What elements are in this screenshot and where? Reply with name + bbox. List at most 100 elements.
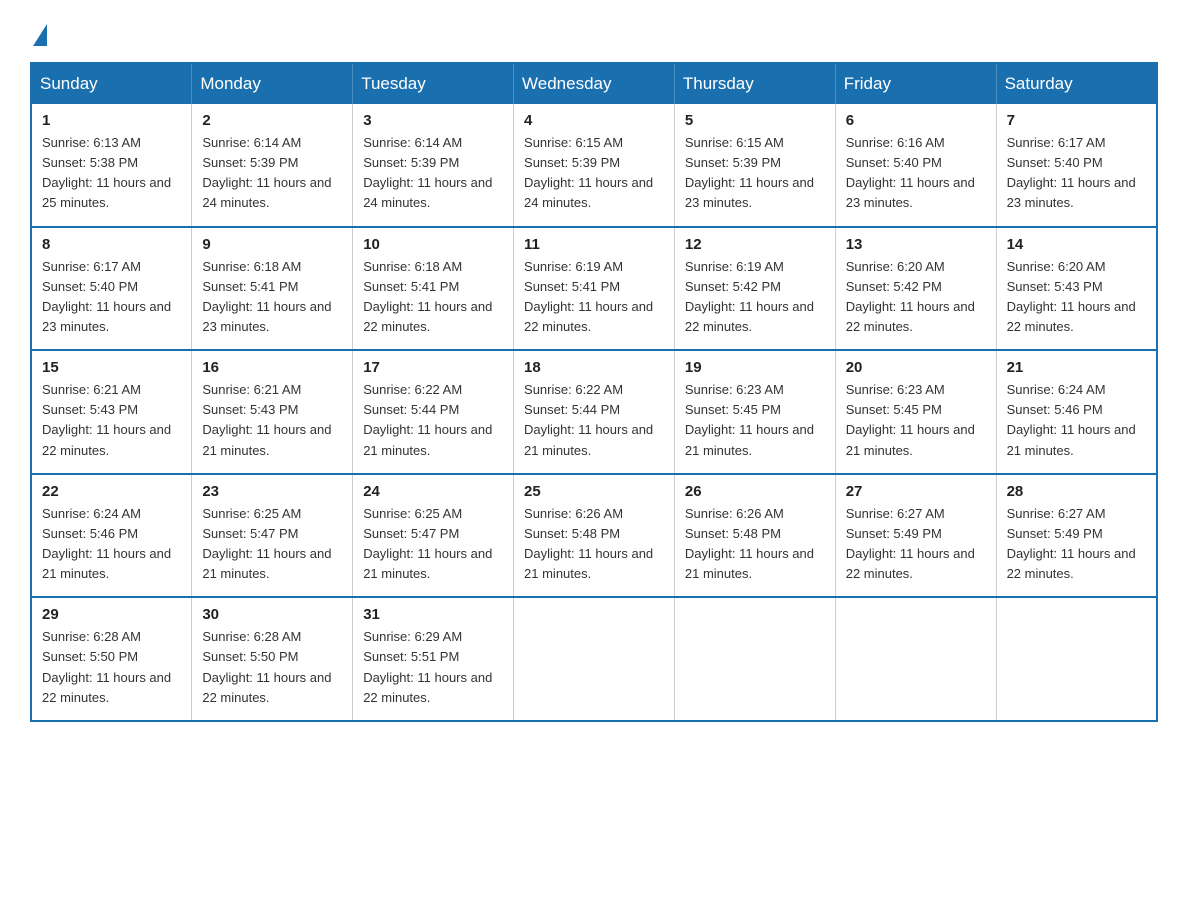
calendar-day-cell: 1 Sunrise: 6:13 AMSunset: 5:38 PMDayligh…: [31, 104, 192, 227]
day-info: Sunrise: 6:26 AMSunset: 5:48 PMDaylight:…: [524, 506, 653, 581]
day-number: 5: [685, 112, 825, 129]
day-number: 9: [202, 236, 342, 253]
calendar-header-thursday: Thursday: [674, 63, 835, 104]
calendar-day-cell: 19 Sunrise: 6:23 AMSunset: 5:45 PMDaylig…: [674, 350, 835, 474]
calendar-day-cell: 3 Sunrise: 6:14 AMSunset: 5:39 PMDayligh…: [353, 104, 514, 227]
logo: [30, 20, 47, 42]
calendar-day-cell: 17 Sunrise: 6:22 AMSunset: 5:44 PMDaylig…: [353, 350, 514, 474]
calendar-week-row: 1 Sunrise: 6:13 AMSunset: 5:38 PMDayligh…: [31, 104, 1157, 227]
day-info: Sunrise: 6:27 AMSunset: 5:49 PMDaylight:…: [846, 506, 975, 581]
calendar-header-wednesday: Wednesday: [514, 63, 675, 104]
day-info: Sunrise: 6:20 AMSunset: 5:42 PMDaylight:…: [846, 259, 975, 334]
day-number: 16: [202, 359, 342, 376]
day-info: Sunrise: 6:13 AMSunset: 5:38 PMDaylight:…: [42, 135, 171, 210]
calendar-day-cell: 25 Sunrise: 6:26 AMSunset: 5:48 PMDaylig…: [514, 474, 675, 598]
day-number: 4: [524, 112, 664, 129]
calendar-day-cell: 9 Sunrise: 6:18 AMSunset: 5:41 PMDayligh…: [192, 227, 353, 351]
calendar-day-cell: [514, 597, 675, 721]
calendar-day-cell: 10 Sunrise: 6:18 AMSunset: 5:41 PMDaylig…: [353, 227, 514, 351]
day-info: Sunrise: 6:19 AMSunset: 5:42 PMDaylight:…: [685, 259, 814, 334]
day-info: Sunrise: 6:18 AMSunset: 5:41 PMDaylight:…: [363, 259, 492, 334]
day-info: Sunrise: 6:21 AMSunset: 5:43 PMDaylight:…: [202, 382, 331, 457]
day-info: Sunrise: 6:27 AMSunset: 5:49 PMDaylight:…: [1007, 506, 1136, 581]
day-info: Sunrise: 6:14 AMSunset: 5:39 PMDaylight:…: [363, 135, 492, 210]
day-number: 31: [363, 606, 503, 623]
day-number: 26: [685, 483, 825, 500]
day-info: Sunrise: 6:19 AMSunset: 5:41 PMDaylight:…: [524, 259, 653, 334]
calendar-day-cell: 2 Sunrise: 6:14 AMSunset: 5:39 PMDayligh…: [192, 104, 353, 227]
day-number: 25: [524, 483, 664, 500]
day-info: Sunrise: 6:25 AMSunset: 5:47 PMDaylight:…: [363, 506, 492, 581]
calendar-week-row: 8 Sunrise: 6:17 AMSunset: 5:40 PMDayligh…: [31, 227, 1157, 351]
calendar-header-sunday: Sunday: [31, 63, 192, 104]
day-number: 22: [42, 483, 181, 500]
calendar-day-cell: 14 Sunrise: 6:20 AMSunset: 5:43 PMDaylig…: [996, 227, 1157, 351]
calendar-day-cell: 8 Sunrise: 6:17 AMSunset: 5:40 PMDayligh…: [31, 227, 192, 351]
calendar-day-cell: 28 Sunrise: 6:27 AMSunset: 5:49 PMDaylig…: [996, 474, 1157, 598]
calendar-day-cell: 4 Sunrise: 6:15 AMSunset: 5:39 PMDayligh…: [514, 104, 675, 227]
day-number: 3: [363, 112, 503, 129]
day-number: 23: [202, 483, 342, 500]
calendar-day-cell: 23 Sunrise: 6:25 AMSunset: 5:47 PMDaylig…: [192, 474, 353, 598]
day-number: 29: [42, 606, 181, 623]
calendar-week-row: 22 Sunrise: 6:24 AMSunset: 5:46 PMDaylig…: [31, 474, 1157, 598]
day-info: Sunrise: 6:14 AMSunset: 5:39 PMDaylight:…: [202, 135, 331, 210]
day-info: Sunrise: 6:25 AMSunset: 5:47 PMDaylight:…: [202, 506, 331, 581]
day-number: 24: [363, 483, 503, 500]
day-info: Sunrise: 6:22 AMSunset: 5:44 PMDaylight:…: [524, 382, 653, 457]
calendar-day-cell: 26 Sunrise: 6:26 AMSunset: 5:48 PMDaylig…: [674, 474, 835, 598]
day-number: 15: [42, 359, 181, 376]
calendar-day-cell: 21 Sunrise: 6:24 AMSunset: 5:46 PMDaylig…: [996, 350, 1157, 474]
calendar-day-cell: [674, 597, 835, 721]
calendar-header-friday: Friday: [835, 63, 996, 104]
calendar-day-cell: 7 Sunrise: 6:17 AMSunset: 5:40 PMDayligh…: [996, 104, 1157, 227]
calendar-day-cell: 20 Sunrise: 6:23 AMSunset: 5:45 PMDaylig…: [835, 350, 996, 474]
day-number: 7: [1007, 112, 1146, 129]
day-number: 18: [524, 359, 664, 376]
logo-triangle-icon: [33, 24, 47, 46]
day-number: 13: [846, 236, 986, 253]
calendar-day-cell: 16 Sunrise: 6:21 AMSunset: 5:43 PMDaylig…: [192, 350, 353, 474]
day-number: 2: [202, 112, 342, 129]
day-number: 27: [846, 483, 986, 500]
day-number: 21: [1007, 359, 1146, 376]
calendar-day-cell: [996, 597, 1157, 721]
calendar-day-cell: 30 Sunrise: 6:28 AMSunset: 5:50 PMDaylig…: [192, 597, 353, 721]
day-number: 20: [846, 359, 986, 376]
calendar-day-cell: 5 Sunrise: 6:15 AMSunset: 5:39 PMDayligh…: [674, 104, 835, 227]
calendar-day-cell: 29 Sunrise: 6:28 AMSunset: 5:50 PMDaylig…: [31, 597, 192, 721]
calendar-day-cell: 11 Sunrise: 6:19 AMSunset: 5:41 PMDaylig…: [514, 227, 675, 351]
day-info: Sunrise: 6:24 AMSunset: 5:46 PMDaylight:…: [42, 506, 171, 581]
day-number: 8: [42, 236, 181, 253]
day-number: 19: [685, 359, 825, 376]
day-number: 6: [846, 112, 986, 129]
calendar-table: SundayMondayTuesdayWednesdayThursdayFrid…: [30, 62, 1158, 722]
calendar-week-row: 29 Sunrise: 6:28 AMSunset: 5:50 PMDaylig…: [31, 597, 1157, 721]
day-number: 28: [1007, 483, 1146, 500]
page-header: [30, 20, 1158, 42]
calendar-day-cell: 18 Sunrise: 6:22 AMSunset: 5:44 PMDaylig…: [514, 350, 675, 474]
day-info: Sunrise: 6:23 AMSunset: 5:45 PMDaylight:…: [846, 382, 975, 457]
day-info: Sunrise: 6:23 AMSunset: 5:45 PMDaylight:…: [685, 382, 814, 457]
day-info: Sunrise: 6:22 AMSunset: 5:44 PMDaylight:…: [363, 382, 492, 457]
calendar-day-cell: 24 Sunrise: 6:25 AMSunset: 5:47 PMDaylig…: [353, 474, 514, 598]
day-info: Sunrise: 6:28 AMSunset: 5:50 PMDaylight:…: [42, 629, 171, 704]
calendar-day-cell: 6 Sunrise: 6:16 AMSunset: 5:40 PMDayligh…: [835, 104, 996, 227]
day-info: Sunrise: 6:15 AMSunset: 5:39 PMDaylight:…: [685, 135, 814, 210]
day-number: 11: [524, 236, 664, 253]
calendar-day-cell: 15 Sunrise: 6:21 AMSunset: 5:43 PMDaylig…: [31, 350, 192, 474]
logo-top: [30, 20, 47, 46]
day-info: Sunrise: 6:26 AMSunset: 5:48 PMDaylight:…: [685, 506, 814, 581]
day-number: 17: [363, 359, 503, 376]
calendar-day-cell: 12 Sunrise: 6:19 AMSunset: 5:42 PMDaylig…: [674, 227, 835, 351]
day-number: 12: [685, 236, 825, 253]
day-info: Sunrise: 6:24 AMSunset: 5:46 PMDaylight:…: [1007, 382, 1136, 457]
calendar-header-tuesday: Tuesday: [353, 63, 514, 104]
day-number: 14: [1007, 236, 1146, 253]
day-number: 10: [363, 236, 503, 253]
calendar-day-cell: 22 Sunrise: 6:24 AMSunset: 5:46 PMDaylig…: [31, 474, 192, 598]
day-info: Sunrise: 6:20 AMSunset: 5:43 PMDaylight:…: [1007, 259, 1136, 334]
day-info: Sunrise: 6:29 AMSunset: 5:51 PMDaylight:…: [363, 629, 492, 704]
calendar-day-cell: 13 Sunrise: 6:20 AMSunset: 5:42 PMDaylig…: [835, 227, 996, 351]
day-info: Sunrise: 6:17 AMSunset: 5:40 PMDaylight:…: [42, 259, 171, 334]
